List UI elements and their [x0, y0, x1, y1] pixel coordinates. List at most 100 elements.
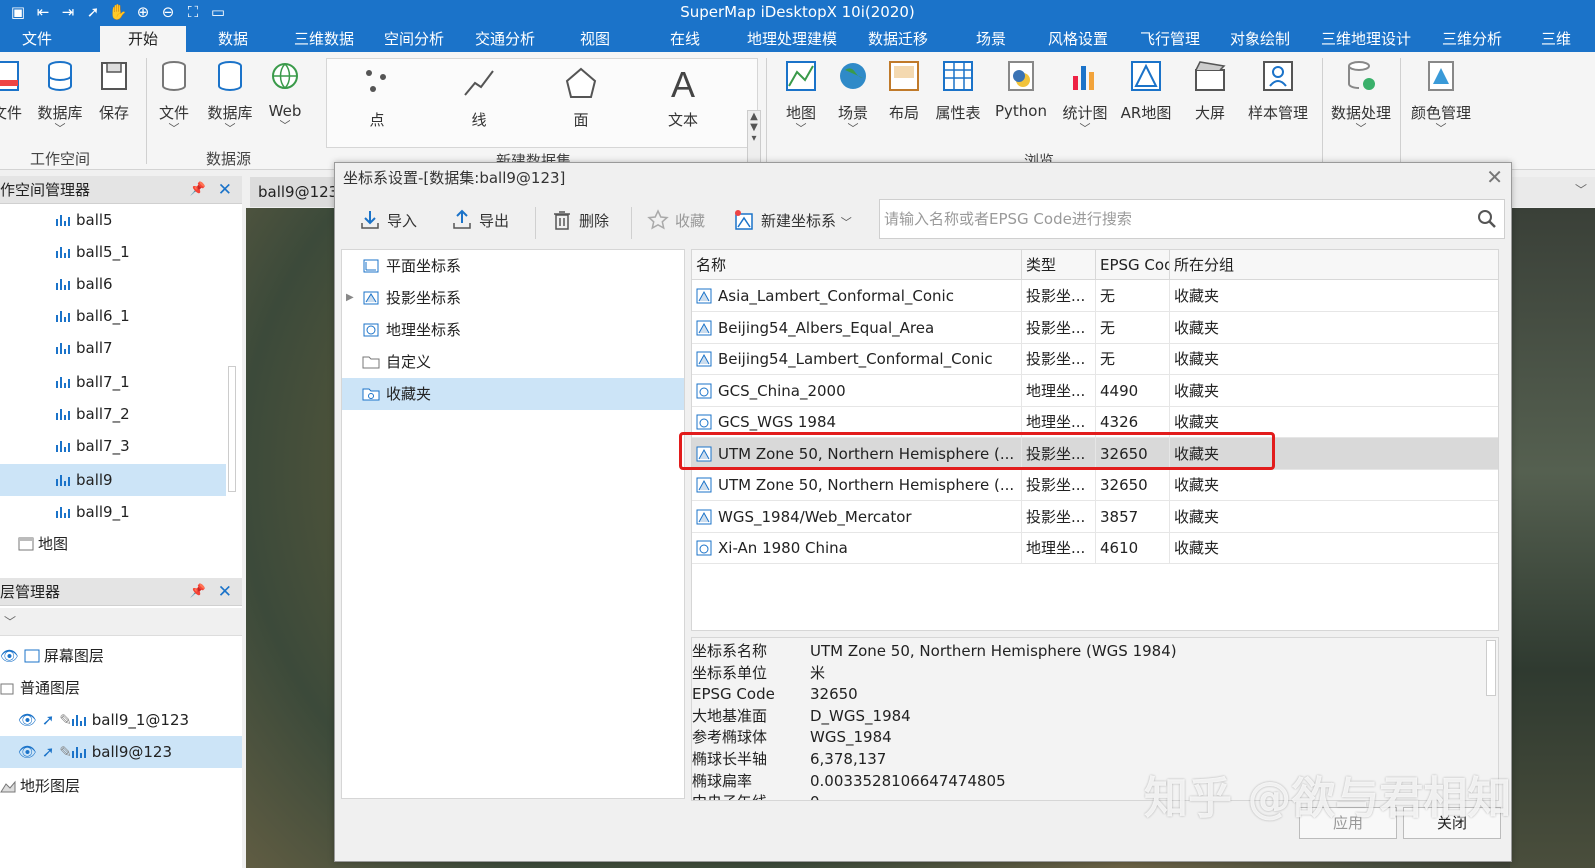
datasource-web-button[interactable]: Web ﹀ — [264, 58, 306, 132]
tab-3d-analysis[interactable]: 三维分析 — [1434, 26, 1510, 52]
tab-spatial-analysis[interactable]: 空间分析 — [376, 26, 452, 52]
layer-item-selected[interactable]: 👁 ➚ ✎ ball9@123 — [0, 736, 242, 768]
workspace-file-button[interactable]: 文件 — [0, 58, 24, 123]
tab-object-drawing[interactable]: 对象绘制 — [1222, 26, 1298, 52]
toolbar-separator — [631, 207, 632, 239]
browse-python-button[interactable]: Python — [992, 58, 1050, 120]
search-input[interactable] — [884, 208, 1464, 230]
browse-big-screen-button[interactable]: 大屏 — [1190, 58, 1230, 123]
tab-3d-more[interactable]: 三维 — [1526, 26, 1586, 52]
eye-icon[interactable]: 👁 — [18, 743, 37, 761]
tab-online[interactable]: 在线 — [660, 26, 710, 52]
column-header-group[interactable]: 所在分组 — [1170, 250, 1498, 280]
tab-start[interactable]: 开始 — [100, 26, 186, 52]
layer-toolbar-chevron-icon[interactable]: ﹀ — [0, 608, 242, 636]
browse-ar-map-button[interactable]: AR地图 — [1116, 58, 1176, 123]
browse-sample-management-button[interactable]: 样本管理 — [1240, 58, 1316, 123]
tab-style-settings[interactable]: 风格设置 — [1040, 26, 1116, 52]
layer-item[interactable]: 👁 ➚ ✎ ball9_1@123 — [18, 704, 189, 736]
document-tab[interactable]: ball9@123 — [250, 177, 338, 207]
tree-item[interactable]: ball6 — [56, 268, 113, 300]
tree-item[interactable]: ball6_1 — [56, 300, 130, 332]
close-icon[interactable]: ✕ — [218, 176, 232, 204]
table-row[interactable]: GCS_China_2000 地理坐... 4490 收藏夹 — [692, 374, 1498, 407]
layer-group-normal[interactable]: 普通图层 — [0, 672, 80, 704]
close-icon[interactable]: ✕ — [1486, 165, 1503, 189]
tree-item-maps[interactable]: 地图 — [18, 528, 68, 560]
editable-icon[interactable]: ✎ — [59, 743, 72, 761]
new-coordinate-system-button[interactable]: 新建坐标系 ﹀ — [733, 207, 852, 235]
table-row[interactable]: Asia_Lambert_Conformal_Conic 投影坐... 无收藏夹 — [692, 280, 1498, 312]
tree-scrollbar[interactable] — [228, 366, 236, 492]
search-icon[interactable] — [1476, 208, 1498, 230]
ribbon-separator — [146, 58, 147, 164]
tree-item[interactable]: ball7_3 — [56, 430, 130, 462]
tab-traffic-analysis[interactable]: 交通分析 — [467, 26, 543, 52]
datasource-database-button[interactable]: 数据库 ﹀ — [204, 58, 256, 135]
favorite-button[interactable]: 收藏 — [647, 207, 705, 235]
datasource-file-button[interactable]: 文件 ﹀ — [154, 58, 194, 135]
category-favorites[interactable]: 收藏夹 — [342, 378, 684, 410]
table-row[interactable]: UTM Zone 50, Northern Hemisphere (... 投影坐… — [692, 469, 1498, 501]
tab-3d-geo-design[interactable]: 三维地理设计 — [1312, 26, 1420, 52]
info-scrollbar[interactable] — [1486, 640, 1496, 696]
layer-group-screen[interactable]: 👁 屏幕图层 — [0, 640, 104, 672]
table-row[interactable]: Xi-An 1980 China 地理坐... 4610 收藏夹 — [692, 532, 1498, 564]
tab-geoprocessing-modeling[interactable]: 地理处理建模 — [738, 26, 846, 52]
category-projected[interactable]: ▶ 投影坐标系 — [342, 282, 684, 314]
tab-scene[interactable]: 场景 — [966, 26, 1016, 52]
new-region-button[interactable]: 面 — [561, 65, 601, 130]
new-line-button[interactable]: 线 — [459, 65, 499, 130]
data-processing-button[interactable]: 数据处理 ﹀ — [1324, 58, 1398, 135]
table-row[interactable]: WGS_1984/Web_Mercator 投影坐... 3857 收藏夹 — [692, 500, 1498, 533]
tree-item[interactable]: ball7_1 — [56, 366, 130, 398]
tab-3d-data[interactable]: 三维数据 — [286, 26, 362, 52]
export-button[interactable]: 导出 — [451, 207, 509, 235]
tree-item[interactable]: ball7 — [56, 332, 113, 364]
import-button[interactable]: 导入 — [359, 207, 417, 235]
expand-arrow-icon[interactable]: ▶ — [346, 282, 354, 314]
color-management-button[interactable]: 颜色管理 ﹀ — [1404, 58, 1478, 135]
eye-icon[interactable]: 👁 — [0, 647, 19, 665]
map-view-edge[interactable] — [1510, 208, 1595, 868]
tree-item[interactable]: ball5_1 — [56, 236, 130, 268]
column-header-epsg[interactable]: EPSG Code — [1096, 250, 1170, 280]
chevron-down-icon[interactable]: ﹀ — [1575, 181, 1587, 198]
editable-icon[interactable]: ✎ — [59, 711, 72, 729]
browse-attribute-table-button[interactable]: 属性表 — [930, 58, 986, 123]
category-planar[interactable]: 平面坐标系 — [342, 250, 684, 282]
browse-scene-button[interactable]: 场景 ﹀ — [832, 58, 874, 135]
cell-type: 投影坐... — [1022, 500, 1096, 533]
new-point-button[interactable]: 点 — [357, 65, 397, 130]
tab-data[interactable]: 数据 — [204, 26, 262, 52]
table-row[interactable]: Beijing54_Lambert_Conformal_Conic 投影坐... 无… — [692, 343, 1498, 375]
info-value: WGS_1984 — [810, 728, 892, 747]
eye-icon[interactable]: 👁 — [18, 711, 37, 729]
column-header-name[interactable]: 名称 — [692, 250, 1022, 280]
pin-icon[interactable]: 📌 — [190, 578, 206, 606]
category-custom[interactable]: 自定义 — [342, 346, 684, 378]
browse-map-button[interactable]: 地图 ﹀ — [780, 58, 822, 135]
category-geographic[interactable]: 地理坐标系 — [342, 314, 684, 346]
selectable-icon[interactable]: ➚ — [42, 743, 55, 761]
tree-item[interactable]: ball5 — [56, 204, 113, 236]
tab-file[interactable]: 文件 — [6, 26, 68, 52]
tab-view[interactable]: 视图 — [570, 26, 620, 52]
delete-button[interactable]: 删除 — [551, 207, 609, 235]
tab-flight-management[interactable]: 飞行管理 — [1132, 26, 1208, 52]
workspace-save-button[interactable]: 保存 — [94, 58, 134, 123]
selectable-icon[interactable]: ➚ — [42, 711, 55, 729]
tree-item[interactable]: ball7_2 — [56, 398, 130, 430]
pin-icon[interactable]: 📌 — [190, 176, 206, 204]
table-row[interactable]: Beijing54_Albers_Equal_Area 投影坐... 无收藏夹 — [692, 311, 1498, 344]
browse-chart-button[interactable]: 统计图 ﹀ — [1060, 58, 1110, 135]
new-text-button[interactable]: A 文本 — [663, 64, 703, 130]
workspace-database-button[interactable]: 数据库 ﹀ — [34, 58, 86, 135]
browse-layout-button[interactable]: 布局 — [884, 58, 924, 123]
layer-group-terrain[interactable]: 地形图层 — [0, 770, 80, 802]
close-icon[interactable]: ✕ — [218, 578, 232, 606]
column-header-type[interactable]: 类型 — [1022, 250, 1096, 280]
tree-item-selected[interactable]: ball9 — [0, 464, 226, 496]
tab-data-migration[interactable]: 数据迁移 — [860, 26, 936, 52]
tree-item[interactable]: ball9_1 — [56, 496, 130, 528]
